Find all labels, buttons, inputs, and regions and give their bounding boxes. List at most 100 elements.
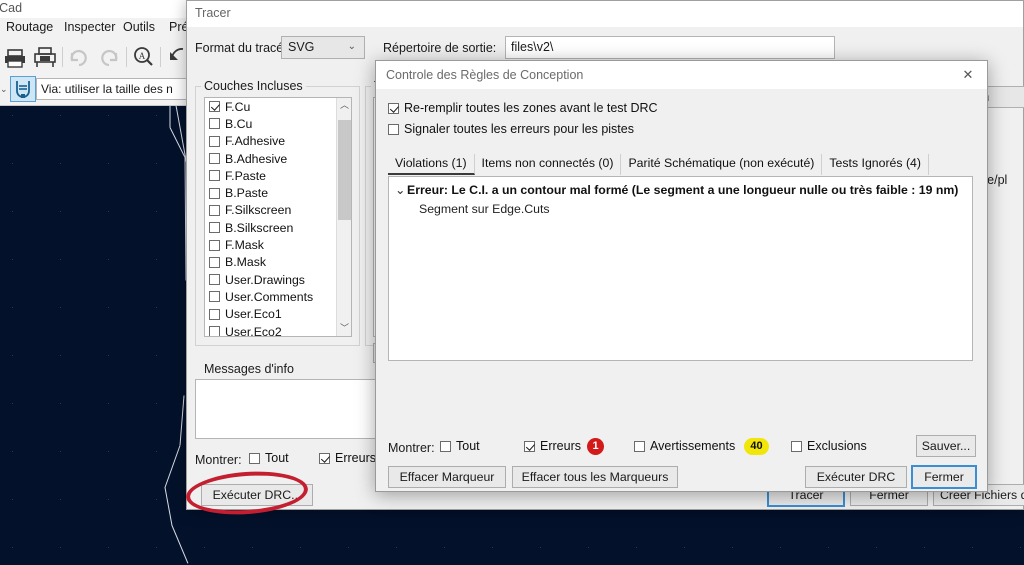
- tab-unconnected-items[interactable]: Items non connectés (0): [475, 154, 622, 175]
- layer-list-item[interactable]: F.Adhesive: [205, 133, 351, 150]
- run-drc-button[interactable]: Exécuter DRC: [805, 466, 907, 488]
- checkbox-icon[interactable]: [209, 239, 220, 251]
- drc-close-button[interactable]: Fermer: [911, 465, 977, 489]
- drc-option-report-tracks-label: Signaler toutes les erreurs pour les pis…: [404, 122, 634, 136]
- layer-list-item[interactable]: F.Paste: [205, 167, 351, 184]
- drc-filter-errors[interactable]: Erreurs: [524, 439, 581, 453]
- checkbox-icon[interactable]: [209, 170, 220, 182]
- layers-scrollbar[interactable]: ︿ ﹀: [336, 98, 351, 336]
- tab-violations[interactable]: Violations (1): [388, 154, 475, 175]
- tracer-show-all[interactable]: Tout: [249, 451, 289, 465]
- close-icon[interactable]: ✕: [957, 66, 979, 84]
- layer-list-item-label: B.Paste: [225, 186, 269, 201]
- layer-list-item-label: User.Drawings: [225, 272, 305, 287]
- chevron-down-icon[interactable]: ⌄: [395, 183, 407, 197]
- layer-list-item[interactable]: User.Drawings: [205, 271, 351, 288]
- scrollbar-thumb[interactable]: [338, 120, 351, 220]
- violation-detail[interactable]: Segment sur Edge.Cuts: [419, 202, 550, 216]
- drc-option-report-tracks[interactable]: Signaler toutes les erreurs pour les pis…: [388, 122, 634, 136]
- toolbar-divider: [160, 47, 161, 67]
- checkbox-icon[interactable]: [209, 118, 220, 130]
- toolbar-divider: [62, 47, 63, 67]
- layer-list-item[interactable]: User.Comments: [205, 288, 351, 305]
- drc-option-refill[interactable]: Re-remplir toutes les zones avant le tes…: [388, 101, 658, 115]
- drc-filter-exclusions-label: Exclusions: [807, 439, 867, 453]
- via-size-icon[interactable]: [10, 76, 36, 102]
- layer-list-item-label: F.Mask: [225, 238, 264, 253]
- layer-list-item[interactable]: F.Cu: [205, 98, 351, 115]
- layer-list-item[interactable]: F.Silkscreen: [205, 202, 351, 219]
- checkbox-icon[interactable]: [209, 187, 220, 199]
- output-dir-input[interactable]: files\v2\: [505, 36, 835, 59]
- errors-count-badge: 1: [587, 438, 604, 455]
- layer-list-item-label: F.Cu: [225, 99, 251, 114]
- zoom-auto-icon[interactable]: A: [130, 44, 156, 70]
- drc-filter-errors-label: Erreurs: [540, 439, 581, 453]
- layer-list-item-label: B.Silkscreen: [225, 220, 294, 235]
- checkbox-icon[interactable]: [209, 291, 220, 303]
- undo-icon: [66, 44, 92, 70]
- tracer-show-errors-label: Erreurs: [335, 451, 376, 465]
- tracer-window-title: Tracer: [195, 6, 231, 20]
- checkbox-icon[interactable]: [209, 308, 220, 320]
- drc-option-refill-label: Re-remplir toutes les zones avant le tes…: [404, 101, 658, 115]
- checkbox-icon[interactable]: [249, 452, 260, 464]
- checkbox-icon[interactable]: [209, 274, 220, 286]
- layer-list-item[interactable]: B.Silkscreen: [205, 219, 351, 236]
- checkbox-icon[interactable]: [388, 123, 399, 135]
- menu-item-routage[interactable]: Routage: [6, 20, 53, 34]
- layer-list-item[interactable]: B.Adhesive: [205, 150, 351, 167]
- delete-all-markers-button[interactable]: Effacer tous les Marqueurs: [512, 466, 678, 488]
- layer-list-item-label: F.Adhesive: [225, 134, 286, 149]
- layer-list-item-label: F.Paste: [225, 168, 267, 183]
- checkbox-icon[interactable]: [634, 440, 645, 452]
- layer-list-item[interactable]: B.Mask: [205, 254, 351, 271]
- layer-list-item[interactable]: F.Mask: [205, 236, 351, 253]
- tracer-show-errors[interactable]: Erreurs: [319, 451, 376, 465]
- menu-item-outils[interactable]: Outils: [123, 20, 155, 34]
- delete-marker-button[interactable]: Effacer Marqueur: [388, 466, 506, 488]
- layers-listbox[interactable]: F.Cu B.Cu F.Adhesive B.Adhesive F.Paste B.Pas…: [204, 97, 352, 337]
- checkbox-icon[interactable]: [209, 204, 220, 216]
- via-size-combo[interactable]: Via: utiliser la taille des n: [36, 78, 191, 100]
- layer-list-item[interactable]: User.Eco1: [205, 306, 351, 323]
- layer-list-item-label: B.Cu: [225, 116, 253, 131]
- checkbox-icon[interactable]: [209, 326, 220, 336]
- checkbox-icon[interactable]: [209, 222, 220, 234]
- checkbox-icon[interactable]: [209, 101, 220, 113]
- layer-list-item-label: User.Comments: [225, 289, 314, 304]
- drc-filter-all[interactable]: Tout: [440, 439, 480, 453]
- toolbar-divider: [126, 47, 127, 67]
- save-button[interactable]: Sauver...: [916, 435, 976, 457]
- violation-row[interactable]: ⌄ Erreur: Le C.I. a un contour mal formé …: [395, 183, 958, 197]
- layer-list-item[interactable]: B.Paste: [205, 184, 351, 201]
- drc-filter-warnings[interactable]: Avertissements: [634, 439, 735, 453]
- violation-title: Erreur: Le C.I. a un contour mal formé (…: [407, 183, 959, 197]
- layer-list-item[interactable]: B.Cu: [205, 115, 351, 132]
- tab-schematic-parity[interactable]: Parité Schématique (non exécuté): [621, 154, 823, 175]
- chevron-down-icon[interactable]: ⌄: [0, 84, 8, 95]
- drc-violations-list[interactable]: ⌄ Erreur: Le C.I. a un contour mal formé …: [388, 176, 973, 361]
- checkbox-icon[interactable]: [209, 135, 220, 147]
- print-icon[interactable]: [2, 44, 28, 70]
- drc-tabs: Violations (1) Items non connectés (0) P…: [388, 154, 929, 175]
- checkbox-icon[interactable]: [209, 153, 220, 165]
- plot-icon[interactable]: [32, 44, 58, 70]
- checkbox-icon[interactable]: [319, 452, 330, 464]
- output-dir-label: Répertoire de sortie:: [383, 41, 497, 55]
- tab-ignored-tests[interactable]: Tests Ignorés (4): [822, 154, 929, 175]
- checkbox-icon[interactable]: [440, 440, 451, 452]
- checkbox-icon[interactable]: [524, 440, 535, 452]
- format-label: Format du tracé:: [195, 41, 287, 55]
- checkbox-icon[interactable]: [388, 102, 399, 114]
- checkbox-icon[interactable]: [209, 256, 220, 268]
- checkbox-icon[interactable]: [791, 440, 802, 452]
- drc-filter-exclusions[interactable]: Exclusions: [791, 439, 867, 453]
- menu-item-inspecter[interactable]: Inspecter: [64, 20, 115, 34]
- run-drc-button[interactable]: Exécuter DRC...: [201, 484, 313, 506]
- scroll-down-icon[interactable]: ﹀: [337, 321, 351, 336]
- tracer-show-label: Montrer:: [195, 453, 242, 467]
- scroll-up-icon[interactable]: ︿: [337, 98, 351, 113]
- format-combo[interactable]: SVG ⌄: [281, 36, 365, 59]
- layer-list-item[interactable]: User.Eco2: [205, 323, 351, 336]
